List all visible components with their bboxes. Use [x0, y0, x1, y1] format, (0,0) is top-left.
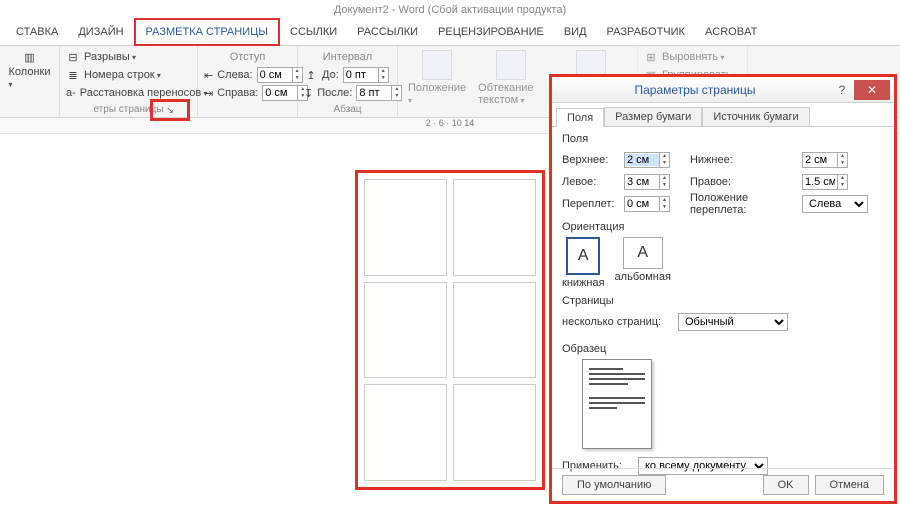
gutter-position-select[interactable]: Слева	[802, 195, 868, 213]
spacing-before-icon: ↥	[304, 68, 318, 82]
indent-left-spinner[interactable]: ▲▼	[257, 67, 303, 83]
gutter-spinner[interactable]: ▲▼	[624, 196, 670, 212]
indent-left-icon: ⇤	[204, 68, 213, 82]
indent-right-icon: ⇥	[204, 86, 213, 100]
align-icon: ⊞	[644, 50, 658, 64]
left-margin-label: Левое:	[562, 176, 618, 188]
position-button[interactable]: Положение	[404, 48, 470, 108]
dialog-tab-paper[interactable]: Размер бумаги	[604, 107, 702, 126]
break-icon: ⊟	[66, 50, 80, 64]
tab-view[interactable]: ВИД	[554, 20, 597, 45]
ok-button[interactable]: OK	[763, 475, 809, 495]
dialog-close-button[interactable]: ✕	[854, 80, 890, 100]
orientation-portrait[interactable]: A книжная	[562, 237, 605, 289]
line-numbers-icon: ≣	[66, 68, 80, 82]
dialog-title: Параметры страницы	[560, 83, 830, 97]
wrap-icon	[496, 50, 526, 80]
spacing-before-spinner[interactable]: ▲▼	[343, 67, 389, 83]
tab-acrobat[interactable]: ACROBAT	[695, 20, 767, 45]
spacing-header: Интервал	[304, 48, 391, 66]
default-button[interactable]: По умолчанию	[562, 475, 666, 495]
line-numbers-button[interactable]: ≣Номера строк	[66, 66, 191, 84]
page-setup-dialog: Параметры страницы ? ✕ Поля Размер бумаг…	[549, 74, 897, 504]
preview-thumbnail	[582, 359, 652, 449]
top-margin-label: Верхнее:	[562, 154, 618, 166]
portrait-icon: A	[566, 237, 600, 275]
spacing-after-spinner[interactable]: ▲▼	[356, 85, 402, 101]
multiple-pages-select[interactable]: Обычный	[678, 313, 788, 331]
left-margin-spinner[interactable]: ▲▼	[624, 174, 670, 190]
orientation-landscape[interactable]: A альбомная	[615, 237, 671, 289]
hyphenation-icon: a-	[66, 86, 76, 100]
page-setup-dialog-launcher[interactable]: ↘	[150, 99, 190, 121]
tab-page-layout[interactable]: РАЗМЕТКА СТРАНИЦЫ	[134, 18, 280, 46]
dialog-tab-source[interactable]: Источник бумаги	[702, 107, 809, 126]
right-margin-spinner[interactable]: ▲▼	[802, 174, 848, 190]
preview-pages-highlight	[355, 170, 545, 490]
paragraph-group-label: Абзац	[304, 102, 391, 117]
landscape-icon: A	[623, 237, 663, 269]
dialog-tabs: Поля Размер бумаги Источник бумаги	[552, 103, 894, 127]
position-icon	[422, 50, 452, 80]
ribbon-tabs: СТАВКА ДИЗАЙН РАЗМЕТКА СТРАНИЦЫ ССЫЛКИ Р…	[0, 20, 900, 46]
align-button[interactable]: ⊞Выровнять	[644, 48, 741, 66]
columns-icon: ▥	[23, 50, 37, 64]
tab-references[interactable]: ССЫЛКИ	[280, 20, 347, 45]
dialog-tab-margins[interactable]: Поля	[556, 108, 604, 127]
tab-design[interactable]: ДИЗАЙН	[68, 20, 133, 45]
tab-mailings[interactable]: РАССЫЛКИ	[347, 20, 428, 45]
spacing-after-icon: ↧	[304, 86, 313, 100]
orientation-section-label: Ориентация	[562, 221, 884, 233]
bottom-margin-spinner[interactable]: ▲▼	[802, 152, 848, 168]
launcher-icon: ↘	[166, 105, 174, 116]
bottom-margin-label: Нижнее:	[676, 154, 796, 166]
preview-page	[364, 179, 447, 276]
indent-header: Отступ	[204, 48, 291, 66]
right-margin-label: Правое:	[676, 176, 796, 188]
cancel-button[interactable]: Отмена	[815, 475, 884, 495]
top-margin-spinner[interactable]: ▲▼	[624, 152, 670, 168]
multiple-pages-label: несколько страниц:	[562, 316, 672, 328]
gutter-position-label: Положение переплета:	[676, 192, 796, 216]
preview-section-label: Образец	[562, 343, 884, 355]
preview-page	[453, 179, 536, 276]
breaks-button[interactable]: ⊟Разрывы	[66, 48, 191, 66]
preview-page	[453, 384, 536, 481]
columns-label: Колонки	[9, 66, 51, 90]
preview-page	[364, 384, 447, 481]
tab-review[interactable]: РЕЦЕНЗИРОВАНИЕ	[428, 20, 554, 45]
pages-section-label: Страницы	[562, 295, 884, 307]
gutter-label: Переплет:	[562, 198, 618, 210]
columns-button[interactable]: ▥ Колонки	[6, 48, 53, 92]
preview-page	[364, 282, 447, 379]
dialog-help-button[interactable]: ?	[830, 83, 854, 97]
wrap-text-button[interactable]: Обтекание текстом	[474, 48, 548, 108]
margins-section-label: Поля	[562, 133, 884, 145]
tab-insert[interactable]: СТАВКА	[6, 20, 68, 45]
tab-developer[interactable]: РАЗРАБОТЧИК	[597, 20, 695, 45]
preview-page	[453, 282, 536, 379]
window-title: Документ2 - Word (Сбой активации продукт…	[0, 0, 900, 20]
